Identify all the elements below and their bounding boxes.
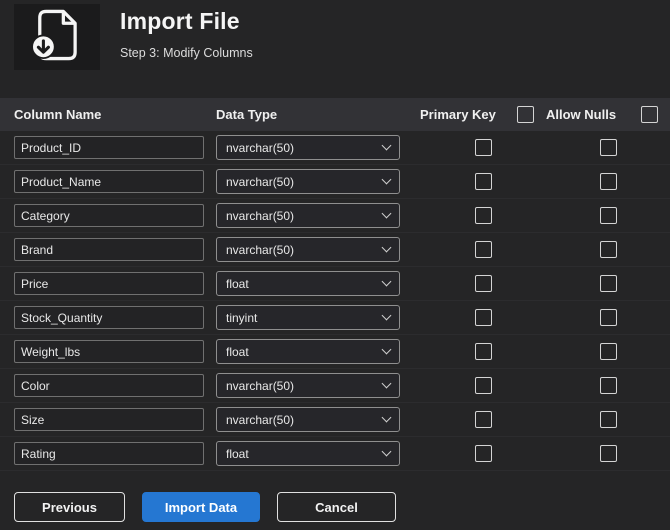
allow-nulls-checkbox[interactable] [599, 139, 617, 156]
table-row: float [0, 437, 670, 471]
column-name-input[interactable] [14, 238, 204, 261]
allow-nulls-checkbox[interactable] [599, 445, 617, 462]
allow-nulls-checkbox[interactable] [599, 275, 617, 292]
primary-key-checkbox[interactable] [474, 445, 492, 462]
chevron-down-icon [381, 446, 392, 457]
chevron-down-icon [381, 242, 392, 253]
data-type-value: float [226, 344, 249, 359]
data-type-select[interactable]: nvarchar(50) [216, 237, 400, 262]
data-type-select[interactable]: nvarchar(50) [216, 373, 400, 398]
dialog-header: Import File Step 3: Modify Columns [0, 0, 670, 98]
dialog-footer: Previous Import Data Cancel [14, 492, 670, 522]
table-row: float [0, 335, 670, 369]
import-file-icon [28, 6, 86, 69]
import-data-button[interactable]: Import Data [142, 492, 260, 522]
column-name-input[interactable] [14, 374, 204, 397]
data-type-value: nvarchar(50) [226, 208, 295, 223]
primary-key-checkbox[interactable] [474, 411, 492, 428]
column-name-input[interactable] [14, 272, 204, 295]
data-type-value: nvarchar(50) [226, 412, 295, 427]
primary-key-checkbox[interactable] [474, 173, 492, 190]
column-name-input[interactable] [14, 204, 204, 227]
primary-key-checkbox[interactable] [474, 139, 492, 156]
previous-button[interactable]: Previous [14, 492, 125, 522]
column-name-input[interactable] [14, 442, 204, 465]
column-name-input[interactable] [14, 170, 204, 193]
table-row: nvarchar(50) [0, 403, 670, 437]
data-type-value: tinyint [226, 310, 258, 325]
page-title: Import File [120, 8, 240, 34]
allow-nulls-checkbox[interactable] [599, 241, 617, 258]
data-type-select[interactable]: nvarchar(50) [216, 407, 400, 432]
table-row: nvarchar(50) [0, 233, 670, 267]
table-row: nvarchar(50) [0, 199, 670, 233]
data-type-value: nvarchar(50) [226, 140, 295, 155]
data-type-value: nvarchar(50) [226, 378, 295, 393]
step-subtitle: Step 3: Modify Columns [120, 46, 253, 60]
column-header-name: Column Name [14, 107, 102, 122]
column-header-allow-nulls: Allow Nulls [546, 107, 617, 122]
primary-key-checkbox[interactable] [474, 275, 492, 292]
column-name-input[interactable] [14, 306, 204, 329]
chevron-down-icon [381, 208, 392, 219]
column-name-input[interactable] [14, 408, 204, 431]
chevron-down-icon [381, 344, 392, 355]
table-row: nvarchar(50) [0, 165, 670, 199]
chevron-down-icon [381, 140, 392, 151]
allow-nulls-select-all-checkbox[interactable] [641, 106, 658, 123]
allow-nulls-checkbox[interactable] [599, 343, 617, 360]
primary-key-checkbox[interactable] [474, 241, 492, 258]
column-name-input[interactable] [14, 136, 204, 159]
chevron-down-icon [381, 378, 392, 389]
cancel-button[interactable]: Cancel [277, 492, 396, 522]
data-type-select[interactable]: nvarchar(50) [216, 203, 400, 228]
data-type-select[interactable]: float [216, 441, 400, 466]
primary-key-checkbox[interactable] [474, 207, 492, 224]
data-type-select[interactable]: nvarchar(50) [216, 135, 400, 160]
data-type-select[interactable]: nvarchar(50) [216, 169, 400, 194]
primary-key-checkbox[interactable] [474, 343, 492, 360]
data-type-value: float [226, 276, 249, 291]
table-row: float [0, 267, 670, 301]
data-type-value: nvarchar(50) [226, 174, 295, 189]
chevron-down-icon [381, 412, 392, 423]
allow-nulls-checkbox[interactable] [599, 173, 617, 190]
import-file-icon-panel [14, 4, 100, 70]
allow-nulls-checkbox[interactable] [599, 411, 617, 428]
table-row: tinyint [0, 301, 670, 335]
table-row: nvarchar(50) [0, 131, 670, 165]
data-type-select[interactable]: tinyint [216, 305, 400, 330]
primary-key-select-all-checkbox[interactable] [517, 106, 534, 123]
chevron-down-icon [381, 276, 392, 287]
data-type-select[interactable]: float [216, 271, 400, 296]
column-name-input[interactable] [14, 340, 204, 363]
column-header-datatype: Data Type [216, 107, 278, 122]
data-type-select[interactable]: float [216, 339, 400, 364]
allow-nulls-checkbox[interactable] [599, 207, 617, 224]
primary-key-checkbox[interactable] [474, 377, 492, 394]
table-row: nvarchar(50) [0, 369, 670, 403]
column-rows: nvarchar(50) nvarchar(50) nvarchar(50) nvar… [0, 131, 670, 471]
data-type-value: float [226, 446, 249, 461]
primary-key-checkbox[interactable] [474, 309, 492, 326]
chevron-down-icon [381, 174, 392, 185]
data-type-value: nvarchar(50) [226, 242, 295, 257]
allow-nulls-checkbox[interactable] [599, 377, 617, 394]
chevron-down-icon [381, 310, 392, 321]
allow-nulls-checkbox[interactable] [599, 309, 617, 326]
table-header: Column Name Data Type Primary Key Allow … [0, 98, 670, 131]
column-header-primary-key: Primary Key [420, 107, 496, 122]
